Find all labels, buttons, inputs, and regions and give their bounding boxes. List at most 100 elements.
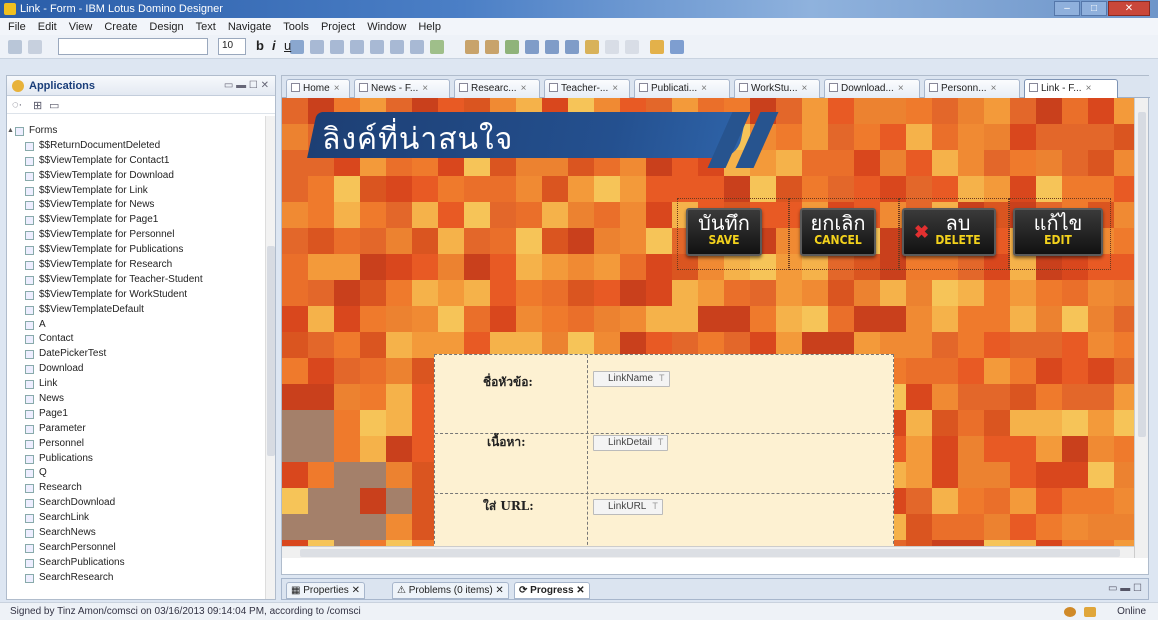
menu-create[interactable]: Create	[104, 21, 137, 33]
tree-item[interactable]: $$ViewTemplate for Link	[7, 184, 265, 199]
forward-icon[interactable]	[625, 40, 639, 54]
paste-icon[interactable]	[8, 40, 22, 54]
menu-design[interactable]: Design	[149, 21, 183, 33]
vertical-scrollbar[interactable]	[1134, 98, 1148, 558]
tree-folder-forms[interactable]: ▲ Forms	[7, 124, 265, 139]
align-left-icon[interactable]	[310, 40, 324, 54]
tree-item[interactable]: Page1	[7, 407, 265, 422]
notes-preview-icon[interactable]	[545, 40, 559, 54]
tree-item[interactable]: Link	[7, 377, 265, 392]
close-tab-icon[interactable]: ×	[802, 83, 808, 94]
editor-tab[interactable]: Publicati... ×	[634, 79, 730, 98]
collapse-icon[interactable]: ▭	[49, 99, 59, 112]
tree-item[interactable]: $$ViewTemplate for News	[7, 198, 265, 213]
text-color-icon[interactable]	[290, 40, 304, 54]
expand-arrow-icon[interactable]: ▲	[7, 124, 14, 139]
preview-icon[interactable]	[525, 40, 539, 54]
tree-item[interactable]: Contact	[7, 332, 265, 347]
close-tab-icon[interactable]: ×	[991, 83, 997, 94]
close-tab-icon[interactable]: ×	[898, 83, 904, 94]
filter-icon[interactable]: ⊞	[33, 99, 42, 112]
tree-item[interactable]: $$ViewTemplateDefault	[7, 303, 265, 318]
tree-item[interactable]: Research	[7, 481, 265, 496]
close-tab-icon[interactable]: ×	[521, 83, 527, 94]
tree-item[interactable]: Download	[7, 362, 265, 377]
editor-tab[interactable]: Link - F... ×	[1024, 79, 1118, 98]
tab-progress[interactable]: ⟳ Progress ✕	[514, 582, 590, 599]
tree-item[interactable]: $$ViewTemplate for Contact1	[7, 154, 265, 169]
font-size-field[interactable]: 10	[218, 38, 246, 55]
editor-tab[interactable]: Home ×	[286, 79, 350, 98]
link-detail-field[interactable]: LinkDetail T	[593, 435, 669, 451]
tree-item[interactable]: SearchDownload	[7, 496, 265, 511]
tree-item[interactable]: Parameter	[7, 422, 265, 437]
editor-tab[interactable]: Researc... ×	[454, 79, 540, 98]
font-name-field[interactable]	[58, 38, 208, 55]
edit-button[interactable]: แก้ไข EDIT	[1013, 208, 1103, 256]
menu-window[interactable]: Window	[367, 21, 406, 33]
scroll-thumb[interactable]	[267, 246, 275, 456]
bold-button[interactable]: b	[256, 38, 264, 53]
applications-scrollbar[interactable]	[265, 116, 275, 599]
tree-item[interactable]: $$ViewTemplate for WorkStudent	[7, 288, 265, 303]
menu-file[interactable]: File	[8, 21, 26, 33]
link-name-field[interactable]: LinkName T	[593, 371, 670, 387]
menu-tools[interactable]: Tools	[283, 21, 309, 33]
tools-icon[interactable]	[670, 40, 684, 54]
back-icon[interactable]	[605, 40, 619, 54]
italic-button[interactable]: i	[272, 38, 276, 53]
tree-item[interactable]: Publications	[7, 452, 265, 467]
web-preview-icon[interactable]	[565, 40, 579, 54]
justify-icon[interactable]	[370, 40, 384, 54]
align-center-icon[interactable]	[330, 40, 344, 54]
form-canvas[interactable]: ลิงค์ที่น่าสนใจ บันทึก SAVE ยกเลิก CANCE…	[282, 98, 1134, 546]
close-tab-icon[interactable]: ×	[422, 83, 428, 94]
close-button[interactable]: ✕	[1108, 1, 1150, 16]
online-status[interactable]: Online	[1117, 606, 1146, 617]
editor-tab[interactable]: Download... ×	[824, 79, 920, 98]
editor-tab[interactable]: WorkStu... ×	[734, 79, 820, 98]
tree-item[interactable]: $$ViewTemplate for Personnel	[7, 228, 265, 243]
delete-button[interactable]: ✖ ลบ DELETE	[902, 208, 996, 256]
menu-help[interactable]: Help	[418, 21, 441, 33]
tree-item[interactable]: $$ViewTemplate for Download	[7, 169, 265, 184]
tree-item[interactable]: Q	[7, 466, 265, 481]
menu-edit[interactable]: Edit	[38, 21, 57, 33]
tree-item[interactable]: Personnel	[7, 437, 265, 452]
menu-navigate[interactable]: Navigate	[228, 21, 271, 33]
refresh-icon[interactable]	[465, 40, 479, 54]
horizontal-scrollbar[interactable]	[282, 546, 1134, 558]
tree-item[interactable]: SearchLink	[7, 511, 265, 526]
close-tab-icon[interactable]: ×	[1086, 83, 1092, 94]
redo-icon[interactable]	[505, 40, 519, 54]
tree-item[interactable]: $$ViewTemplate for Page1	[7, 213, 265, 228]
run-icon[interactable]	[585, 40, 599, 54]
scroll-thumb[interactable]	[300, 549, 1120, 557]
link-url-field[interactable]: LinkURL T	[593, 499, 663, 515]
tree-item[interactable]: SearchPublications	[7, 556, 265, 571]
editor-tab[interactable]: News - F... ×	[354, 79, 450, 98]
style-icon[interactable]	[430, 40, 444, 54]
editor-tab[interactable]: Personn... ×	[924, 79, 1020, 98]
new-icon[interactable]: ◌·	[12, 99, 22, 111]
connection-icon[interactable]	[1084, 607, 1096, 617]
menu-view[interactable]: View	[69, 21, 93, 33]
panel-controls-icon[interactable]: ▭ ▬ ☐	[1108, 583, 1142, 594]
numbering-icon[interactable]	[410, 40, 424, 54]
scroll-thumb[interactable]	[1138, 112, 1146, 437]
format-icon[interactable]	[28, 40, 42, 54]
save-button[interactable]: บันทึก SAVE	[686, 208, 762, 256]
menu-text[interactable]: Text	[196, 21, 216, 33]
editor-tab[interactable]: Teacher-... ×	[544, 79, 630, 98]
tab-properties[interactable]: ▦ Properties ✕	[286, 582, 365, 599]
close-tab-icon[interactable]: ×	[334, 83, 340, 94]
cancel-button[interactable]: ยกเลิก CANCEL	[800, 208, 876, 256]
tree-item[interactable]: DatePickerTest	[7, 347, 265, 362]
underline-button[interactable]: u	[284, 38, 291, 53]
minimize-button[interactable]: –	[1054, 1, 1080, 16]
maximize-button[interactable]: □	[1081, 1, 1107, 16]
align-right-icon[interactable]	[350, 40, 364, 54]
replication-icon[interactable]	[1064, 607, 1076, 617]
tree-item[interactable]: SearchResearch	[7, 571, 265, 586]
close-tab-icon[interactable]: ×	[612, 83, 618, 94]
